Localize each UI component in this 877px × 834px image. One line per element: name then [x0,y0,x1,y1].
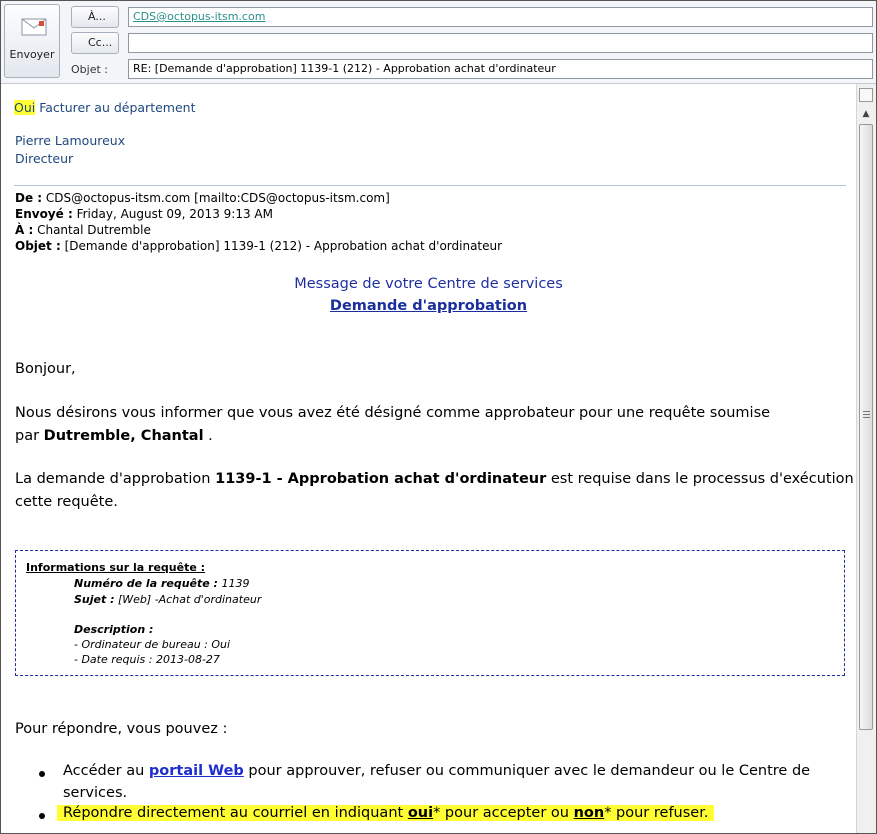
ruler-toggle-icon[interactable] [859,88,873,102]
message-title: Message de votre Centre de services [294,276,563,292]
reply-line: Oui Facturer au département [14,100,195,115]
to-recipient[interactable]: CDS@octopus-itsm.com [133,10,265,23]
info-heading: Informations sur la requête : [26,561,206,574]
compose-header: Envoyer À... Cc... Objet : CDS@octopus-i… [1,1,876,84]
message-body[interactable]: Oui Facturer au département Pierre Lamou… [1,84,856,833]
reply-answer: Oui [14,100,36,115]
greeting: Bonjour, [15,361,76,377]
subject-field[interactable]: RE: [Demande d'approbation] 1139-1 (212)… [128,59,873,79]
to-button[interactable]: À... [71,6,119,28]
paragraph-1-line-1: Nous désirons vous informer que vous ave… [15,405,771,421]
request-desc-line-1: - Ordinateur de bureau : Oui [74,638,231,651]
original-from: De : CDS@octopus-itsm.com [mailto:CDS@oc… [15,191,390,205]
bullet-2-dot [39,813,45,819]
paragraph-2-line-1: La demande d'approbation 1139-1 - Approb… [15,471,856,487]
paragraph-2-line-2: cette requête. [15,494,118,510]
email-compose-window: Envoyer À... Cc... Objet : CDS@octopus-i… [0,0,877,834]
paragraph-1-line-2: par Dutremble, Chantal . [15,428,213,444]
request-info-box: Informations sur la requête : Numéro de … [15,550,845,676]
scrollbar-thumb[interactable] [859,124,873,730]
vertical-scrollbar[interactable]: ▲ [856,84,876,833]
bullet-1-line-1: Accéder au portail Web pour approuver, r… [63,763,811,779]
separator-line [14,185,846,186]
request-description-label: Description : [74,623,154,636]
request-number: Numéro de la requête : 1139 [74,577,250,590]
original-sent: Envoyé : Friday, August 09, 2013 9:13 AM [15,207,273,221]
cc-field[interactable] [128,33,873,53]
to-field[interactable]: CDS@octopus-itsm.com [128,7,873,27]
request-desc-line-2: - Date requis : 2013-08-27 [74,653,220,666]
original-to: À : Chantal Dutremble [15,223,151,237]
send-button-label: Envoyer [9,48,55,61]
signature-name: Pierre Lamoureux [15,133,126,148]
reply-note: Facturer au département [39,100,196,115]
subject-label: Objet : [71,63,108,76]
signature-title: Directeur [15,151,74,166]
scroll-up-arrow-icon[interactable]: ▲ [857,106,875,122]
bullet-2-line: Répondre directement au courriel en indi… [57,805,715,821]
request-subject: Sujet : [Web] -Achat d'ordinateur [74,593,262,606]
cc-button[interactable]: Cc... [71,32,119,54]
web-portal-link[interactable]: portail Web [149,763,244,779]
bullet-1-line-2: services. [63,785,128,801]
bullet-1-dot [39,771,45,777]
response-intro: Pour répondre, vous pouvez : [15,721,228,737]
message-subtitle: Demande d'approbation [329,298,528,314]
original-subject: Objet : [Demande d'approbation] 1139-1 (… [15,239,503,253]
send-button[interactable]: Envoyer [4,4,60,78]
envelope-send-icon [21,18,47,36]
